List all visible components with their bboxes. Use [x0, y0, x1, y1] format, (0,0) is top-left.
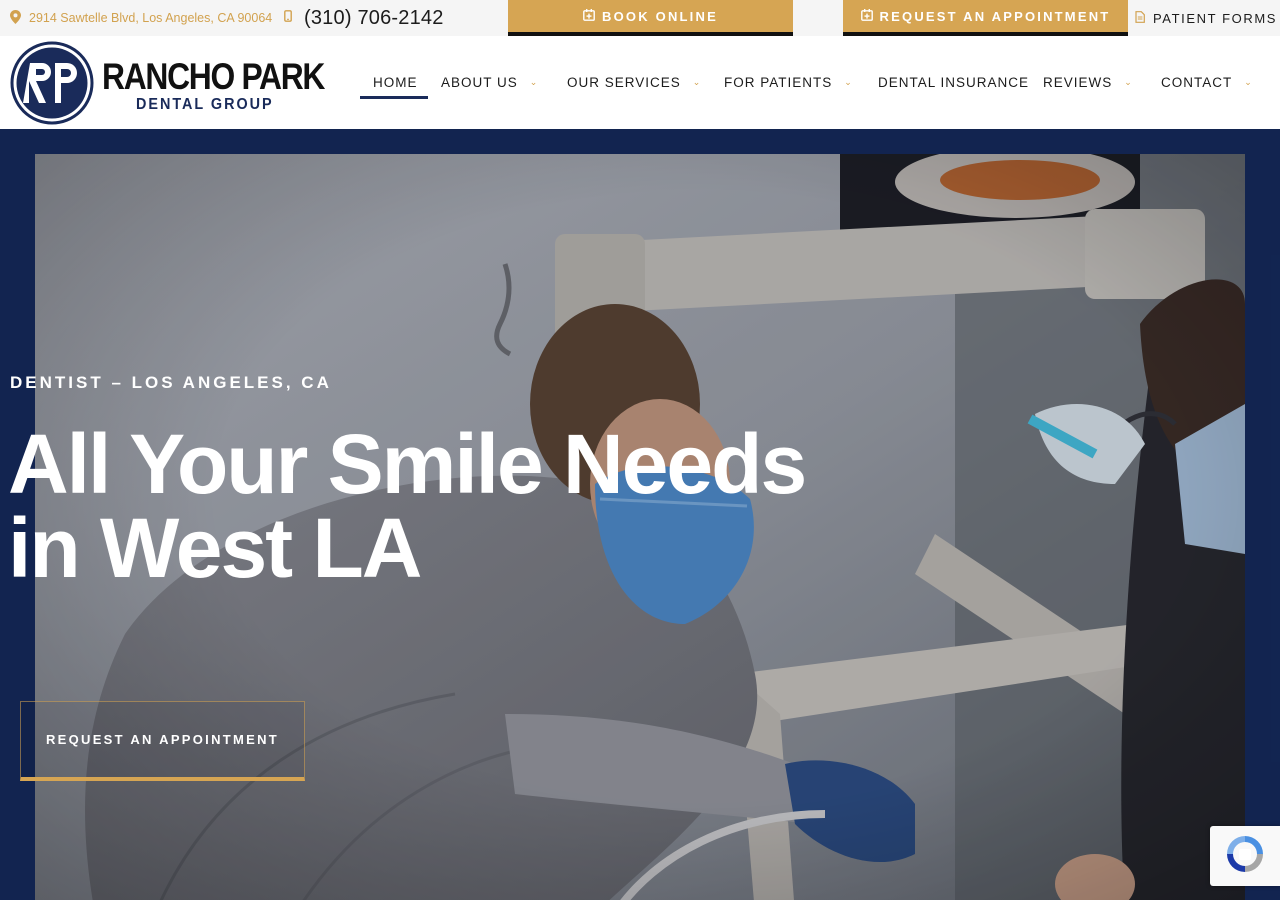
request-appointment-top-button[interactable]: REQUEST AN APPOINTMENT — [843, 0, 1128, 36]
nav-label-home: HOME — [373, 74, 418, 90]
nav-label-reviews: REVIEWS — [1043, 74, 1113, 90]
nav-item-contact[interactable]: CONTACT ⌄ — [1161, 72, 1253, 92]
mobile-phone-icon — [284, 9, 292, 27]
hero-kicker: DENTIST – LOS ANGELES, CA — [10, 373, 332, 392]
request-appointment-top-label: REQUEST AN APPOINTMENT — [879, 8, 1111, 24]
book-online-label: BOOK ONLINE — [602, 8, 718, 24]
request-appointment-hero-button[interactable]: REQUEST AN APPOINTMENT — [20, 701, 305, 781]
patient-forms-label: PATIENT FORMS — [1153, 10, 1278, 26]
nav-item-reviews[interactable]: REVIEWS ⌄ — [1043, 72, 1133, 92]
main-nav: HOME ABOUT US ⌄ OUR SERVICES ⌄ FOR PATIE… — [0, 36, 1280, 129]
calendar-plus-icon — [583, 8, 602, 24]
nav-item-home[interactable]: HOME — [373, 72, 418, 92]
chevron-down-icon: ⌄ — [1244, 76, 1253, 87]
nav-active-indicator — [360, 96, 428, 99]
nav-label-our-services: OUR SERVICES — [567, 74, 681, 90]
nav-item-about-us[interactable]: ABOUT US ⌄ — [441, 72, 538, 92]
phone-link[interactable]: (310) 706-2142 — [284, 0, 444, 36]
nav-label-for-patients: FOR PATIENTS — [724, 74, 833, 90]
nav-item-dental-insurance[interactable]: DENTAL INSURANCE — [878, 72, 1029, 92]
nav-label-about-us: ABOUT US — [441, 74, 518, 90]
phone-number: (310) 706-2142 — [304, 6, 444, 29]
chevron-down-icon: ⌄ — [529, 76, 539, 87]
hero-section: DENTIST – LOS ANGELES, CA All Your Smile… — [0, 129, 1280, 900]
top-bar: 2914 Sawtelle Blvd, Los Angeles, CA 9006… — [0, 0, 1280, 36]
hero-headline-line1: All Your Smile Needs — [8, 417, 807, 511]
recaptcha-icon — [1223, 832, 1267, 881]
chevron-down-icon: ⌄ — [844, 76, 853, 87]
recaptcha-badge[interactable] — [1210, 826, 1280, 886]
map-pin-icon — [10, 9, 29, 27]
address-link[interactable]: 2914 Sawtelle Blvd, Los Angeles, CA 9006… — [10, 0, 272, 36]
document-icon — [1135, 10, 1153, 26]
request-appointment-hero-label: REQUEST AN APPOINTMENT — [45, 732, 280, 747]
chevron-down-icon: ⌄ — [1124, 76, 1133, 87]
address-text: 2914 Sawtelle Blvd, Los Angeles, CA 9006… — [29, 11, 273, 25]
nav-item-for-patients[interactable]: FOR PATIENTS ⌄ — [724, 72, 853, 92]
nav-label-dental-insurance: DENTAL INSURANCE — [878, 74, 1030, 90]
nav-item-our-services[interactable]: OUR SERVICES ⌄ — [567, 72, 701, 92]
hero-headline: All Your Smile Needs in West LA — [8, 417, 807, 595]
chevron-down-icon: ⌄ — [692, 76, 702, 87]
site-header: RANCHO PARK DENTAL GROUP HOME ABOUT US ⌄… — [0, 36, 1280, 129]
patient-forms-link[interactable]: PATIENT FORMS — [1135, 0, 1277, 36]
calendar-plus-icon — [860, 8, 880, 24]
nav-label-contact: CONTACT — [1161, 74, 1233, 90]
hero-headline-line2: in West LA — [8, 501, 422, 595]
book-online-button[interactable]: BOOK ONLINE — [508, 0, 793, 36]
